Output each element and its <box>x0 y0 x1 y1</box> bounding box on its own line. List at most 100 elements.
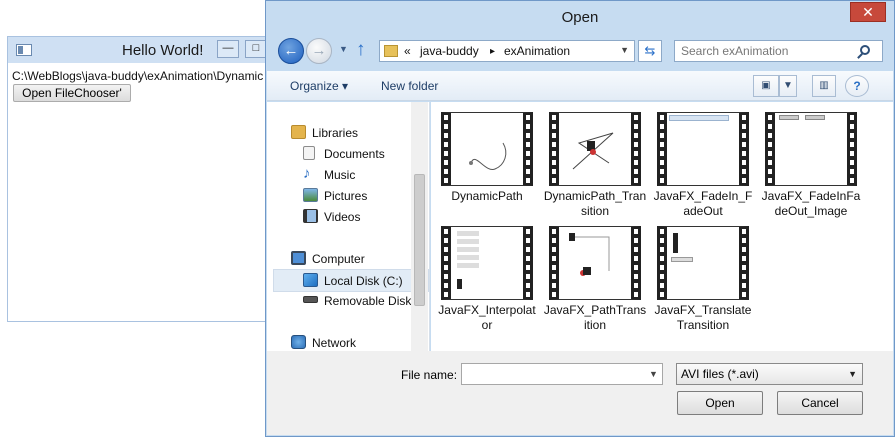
computer-icon <box>291 251 306 265</box>
nav-item-music[interactable]: ♪ Music <box>303 164 411 186</box>
file-item[interactable]: DynamicPath_Transition <box>543 112 647 219</box>
nav-scroll-thumb[interactable] <box>414 174 425 306</box>
file-item[interactable]: DynamicPath <box>435 112 539 204</box>
button-preview-graphic <box>671 257 693 262</box>
breadcrumb-java-buddy[interactable]: java-buddy <box>420 44 479 58</box>
nav-label: Libraries <box>312 126 359 140</box>
file-type-value: AVI files (*.avi) <box>681 367 759 381</box>
file-item[interactable]: JavaFX_FadeIn_FadeOut <box>651 112 755 219</box>
file-name-dropdown-icon[interactable]: ▼ <box>649 369 658 379</box>
breadcrumb-separator[interactable]: ▸ <box>490 46 495 57</box>
file-name: JavaFX_TranslateTransition <box>654 303 752 332</box>
nav-item-documents[interactable]: Documents <box>303 143 411 165</box>
forward-button[interactable]: → <box>306 38 332 64</box>
video-thumbnail <box>441 112 533 186</box>
up-folder-button[interactable]: ↑ <box>356 39 366 61</box>
nav-label: Computer <box>312 252 365 266</box>
address-overflow-chevron[interactable]: « <box>404 44 411 58</box>
new-folder-button[interactable]: New folder <box>381 79 438 93</box>
dialog-title: Open <box>561 9 599 26</box>
nav-item-videos[interactable]: Videos <box>303 206 411 228</box>
file-name-label: File name: <box>401 368 458 382</box>
documents-icon <box>303 146 315 160</box>
nav-label: Network <box>312 336 357 350</box>
recent-locations-dropdown[interactable]: ▼ <box>339 44 348 54</box>
nav-item-computer[interactable]: Computer <box>291 248 411 270</box>
buttons-preview-graphic <box>457 231 479 269</box>
search-input[interactable] <box>674 40 883 62</box>
view-options-dropdown[interactable]: ▼ <box>779 75 797 97</box>
hello-world-titlebar[interactable]: Hello World! — □ <box>8 37 276 63</box>
folder-icon <box>384 45 398 57</box>
close-button[interactable]: ✕ <box>850 2 886 22</box>
video-thumbnail <box>549 226 641 300</box>
minimize-button[interactable]: — <box>217 40 239 58</box>
help-icon: ? <box>853 79 861 93</box>
file-type-select[interactable]: AVI files (*.avi) ▼ <box>676 363 863 385</box>
button-preview-graphic <box>805 115 825 120</box>
path-preview-graphic <box>469 142 507 170</box>
libraries-icon <box>291 125 306 139</box>
breadcrumb-exanimation[interactable]: exAnimation <box>504 44 570 58</box>
maximize-button[interactable]: □ <box>245 40 267 58</box>
removable-drive-icon <box>303 296 318 303</box>
selected-path-label: C:\WebBlogs\java-buddy\exAnimation\Dynam… <box>12 69 264 83</box>
file-name: JavaFX_FadeInFadeOut_Image <box>761 189 861 218</box>
cancel-button[interactable]: Cancel <box>777 391 863 415</box>
address-bar[interactable]: « java-buddy ▸ exAnimation ▼ <box>379 40 635 62</box>
preview-pane-button[interactable]: ▥ <box>812 75 836 97</box>
open-filechooser-button[interactable]: Open FileChooser' <box>13 84 131 102</box>
videos-icon <box>303 209 318 223</box>
video-thumbnail <box>765 112 857 186</box>
organize-button[interactable]: Organize ▾ <box>290 79 348 93</box>
file-item[interactable]: JavaFX_TranslateTransition <box>651 226 755 333</box>
organize-label: Organize <box>290 79 339 93</box>
preview-pane-icon: ▥ <box>819 80 829 91</box>
file-name: JavaFX_FadeIn_FadeOut <box>653 189 753 218</box>
node-preview-graphic <box>457 279 462 289</box>
windows-drive-icon <box>303 273 318 287</box>
pictures-icon <box>303 188 318 202</box>
open-button[interactable]: Open <box>677 391 763 415</box>
hello-world-window: Hello World! — □ C:\WebBlogs\java-buddy\… <box>7 36 277 322</box>
search-icon[interactable] <box>860 45 870 55</box>
dialog-footer: File name: ▼ AVI files (*.avi) ▼ Open Ca… <box>267 351 893 435</box>
nav-label: Documents <box>324 147 385 161</box>
nav-label: Removable Disk ( <box>324 294 419 308</box>
hello-world-title: Hello World! <box>122 42 204 59</box>
nav-label: Pictures <box>324 189 368 203</box>
chevron-down-icon: ▼ <box>848 369 857 379</box>
file-name: JavaFX_Interpolator <box>438 303 536 332</box>
window-preview-graphic <box>669 115 729 121</box>
file-name: JavaFX_PathTransition <box>543 303 647 332</box>
nav-item-network[interactable]: Network <box>291 332 411 351</box>
path-transition-preview-graphic <box>569 233 610 276</box>
node-preview-graphic <box>673 233 678 253</box>
button-preview-graphic <box>779 115 799 120</box>
video-thumbnail <box>657 226 749 300</box>
path-transition-preview-graphic <box>572 132 614 170</box>
nav-item-pictures[interactable]: Pictures <box>303 185 411 207</box>
app-window-icon <box>16 44 32 56</box>
back-button[interactable]: ← <box>278 38 304 64</box>
nav-scrollbar[interactable] <box>411 102 428 351</box>
file-item[interactable]: JavaFX_Interpolator <box>435 226 539 333</box>
network-icon <box>291 335 306 349</box>
video-thumbnail <box>441 226 533 300</box>
file-item[interactable]: JavaFX_FadeInFadeOut_Image <box>759 112 863 219</box>
forward-arrow-icon: → <box>311 42 327 59</box>
file-name-input[interactable] <box>461 363 663 385</box>
video-thumbnail <box>549 112 641 186</box>
open-dialog: Open ✕ ← → ▼ ↑ « java-buddy ▸ exAnimatio… <box>265 0 895 437</box>
nav-item-local-disk[interactable]: Local Disk (C:) <box>273 269 429 292</box>
file-item[interactable]: JavaFX_PathTransition <box>543 226 647 333</box>
address-dropdown-icon[interactable]: ▼ <box>620 45 629 55</box>
nav-item-libraries[interactable]: Libraries <box>291 122 411 144</box>
change-view-button[interactable]: ▣ <box>753 75 779 97</box>
file-list: DynamicPath DynamicPath_Transition JavaF… <box>431 102 893 351</box>
chevron-down-icon: ▼ <box>783 80 793 91</box>
view-icon: ▣ <box>761 80 771 91</box>
refresh-button[interactable]: ⇆ <box>638 40 662 62</box>
help-button[interactable]: ? <box>845 75 869 97</box>
nav-label: Videos <box>324 210 361 224</box>
